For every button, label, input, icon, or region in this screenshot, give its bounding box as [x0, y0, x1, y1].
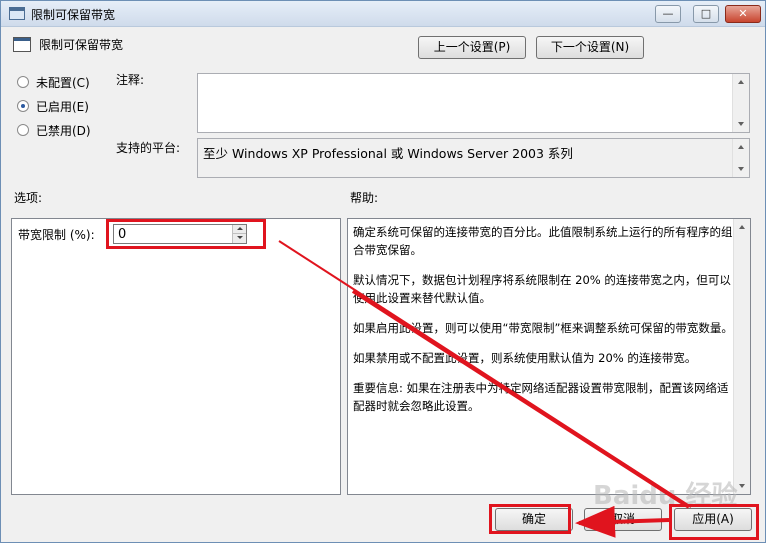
- radio-label: 已禁用(D): [36, 124, 91, 138]
- radio-label: 未配置(C): [36, 76, 90, 90]
- options-panel: [11, 218, 341, 495]
- radio-circle[interactable]: [17, 124, 29, 136]
- scroll-down-icon[interactable]: [738, 122, 744, 126]
- help-text: 确定系统可保留的连接带宽的百分比。此值限制系统上运行的所有程序的组合带宽保留。 …: [353, 223, 737, 427]
- cancel-button[interactable]: 取消: [584, 508, 662, 531]
- scroll-up-icon[interactable]: [739, 225, 745, 229]
- policy-setting-dialog: 限制可保留带宽 — □ ✕ 限制可保留带宽 上一个设置(P) 下一个设置(N) …: [0, 0, 766, 543]
- spin-buttons[interactable]: [232, 225, 246, 243]
- platform-field: 至少 Windows XP Professional 或 Windows Ser…: [197, 138, 750, 178]
- title-bar: 限制可保留带宽 — □ ✕: [1, 1, 765, 27]
- next-setting-button[interactable]: 下一个设置(N): [536, 36, 644, 59]
- policy-setting-icon: [13, 37, 31, 52]
- ok-button[interactable]: 确定: [495, 508, 573, 531]
- scroll-up-icon[interactable]: [738, 145, 744, 149]
- previous-setting-button[interactable]: 上一个设置(P): [418, 36, 526, 59]
- radio-circle-selected[interactable]: [17, 100, 29, 112]
- options-label: 选项:: [14, 191, 43, 205]
- close-button[interactable]: ✕: [725, 5, 761, 23]
- scroll-down-icon[interactable]: [739, 484, 745, 488]
- platform-scrollbar[interactable]: [732, 139, 749, 177]
- help-paragraph: 确定系统可保留的连接带宽的百分比。此值限制系统上运行的所有程序的组合带宽保留。: [353, 225, 733, 257]
- minimize-button[interactable]: —: [655, 5, 681, 23]
- spin-up-icon[interactable]: [233, 225, 246, 234]
- policy-window-icon: [9, 7, 25, 20]
- bandwidth-limit-value[interactable]: 0: [118, 227, 126, 242]
- window-title: 限制可保留带宽: [31, 8, 116, 22]
- help-paragraph: 默认情况下，数据包计划程序将系统限制在 20% 的连接带宽之内，但可以使用此设置…: [353, 273, 731, 305]
- help-paragraph: 重要信息: 如果在注册表中为特定网络适配器设置带宽限制，配置该网络适配器时就会忽…: [353, 381, 729, 413]
- platform-value: 至少 Windows XP Professional 或 Windows Ser…: [203, 146, 573, 161]
- radio-label: 已启用(E): [36, 100, 89, 114]
- bandwidth-limit-spinbox[interactable]: 0: [113, 224, 247, 244]
- comment-textarea[interactable]: [197, 73, 750, 133]
- comment-scrollbar[interactable]: [732, 74, 749, 132]
- scroll-up-icon[interactable]: [738, 80, 744, 84]
- platform-label: 支持的平台:: [116, 141, 181, 155]
- help-label: 帮助:: [350, 191, 379, 205]
- bandwidth-limit-label: 带宽限制 (%):: [18, 228, 95, 242]
- help-paragraph: 如果启用此设置，则可以使用“带宽限制”框来调整系统可保留的带宽数量。: [353, 321, 733, 335]
- setting-title: 限制可保留带宽: [39, 38, 124, 52]
- comment-label: 注释:: [116, 73, 145, 87]
- spin-down-icon[interactable]: [233, 234, 246, 243]
- maximize-button[interactable]: □: [693, 5, 719, 23]
- help-paragraph: 如果禁用或不配置此设置，则系统使用默认值为 20% 的连接带宽。: [353, 351, 697, 365]
- radio-circle[interactable]: [17, 76, 29, 88]
- scroll-down-icon[interactable]: [738, 167, 744, 171]
- apply-button[interactable]: 应用(A): [674, 508, 752, 531]
